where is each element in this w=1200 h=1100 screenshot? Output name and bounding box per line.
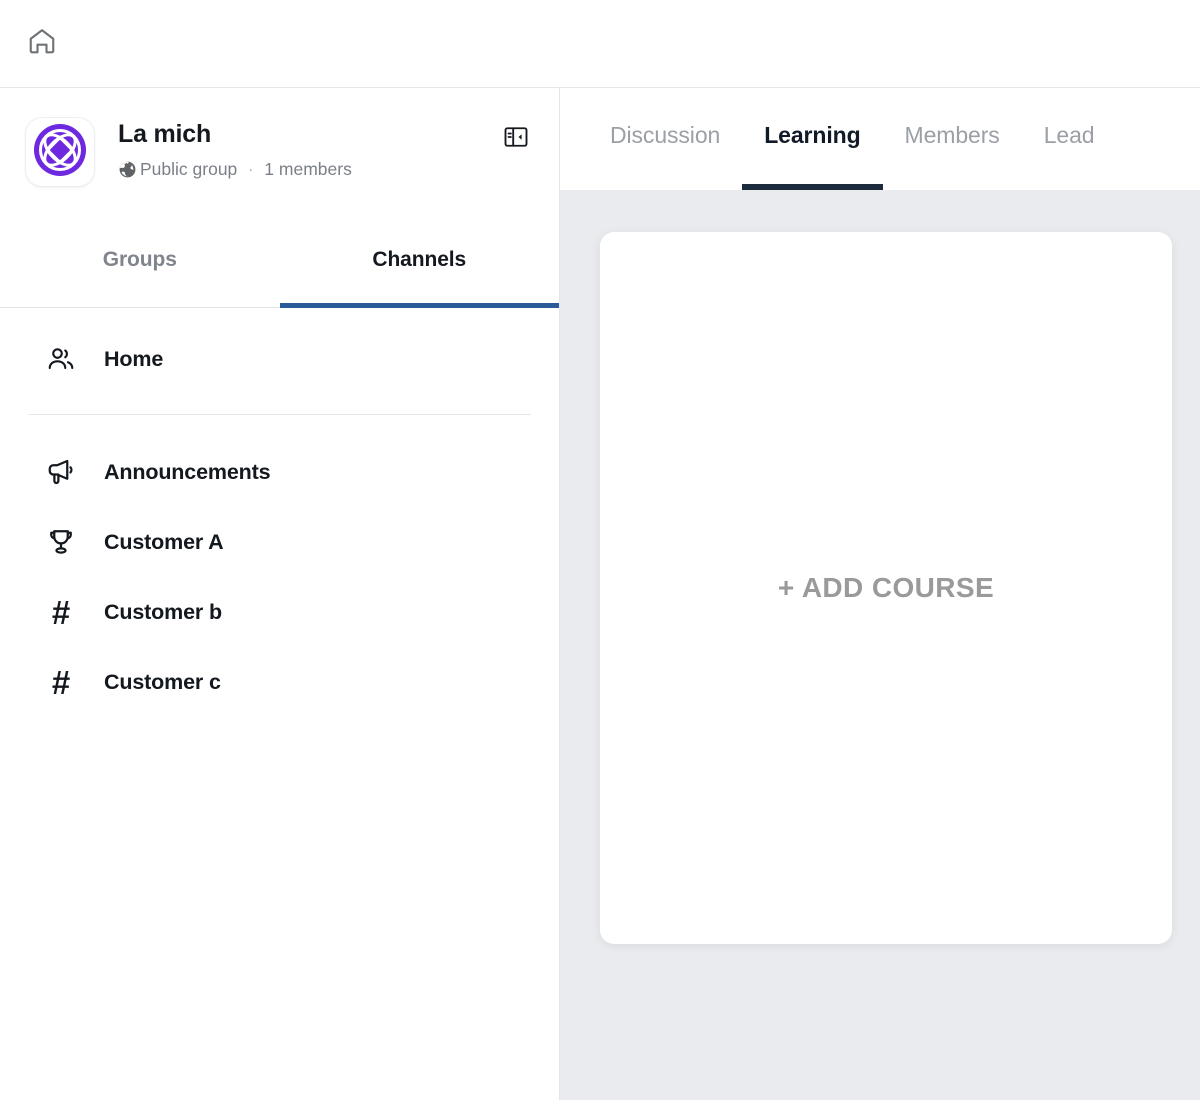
sidebar-item-customer-b[interactable]: # Customer b	[0, 577, 559, 647]
tab-learning-label: Learning	[764, 122, 861, 148]
sidebar: La mich Public group · 1 members Groups …	[0, 88, 560, 1100]
group-title: La mich	[118, 120, 212, 148]
main-tabs: Discussion Learning Members Lead	[560, 88, 1200, 190]
tab-discussion[interactable]: Discussion	[588, 116, 742, 190]
sidebar-item-customer-c-label: Customer c	[104, 669, 221, 694]
tab-members[interactable]: Members	[883, 116, 1022, 190]
sidebar-tabs: Groups Channels	[0, 242, 559, 308]
group-members-count: 1 members	[264, 158, 352, 179]
channel-list-divider	[28, 414, 531, 415]
trophy-icon	[44, 525, 78, 559]
sidebar-item-customer-c[interactable]: # Customer c	[0, 647, 559, 717]
tab-members-label: Members	[904, 122, 1000, 148]
tab-leaderboard-label: Lead	[1043, 122, 1095, 148]
megaphone-icon	[44, 455, 78, 489]
group-privacy-label: Public group	[140, 158, 238, 179]
add-course-card[interactable]: + ADD COURSE	[600, 232, 1172, 944]
group-header: La mich Public group · 1 members	[0, 88, 559, 208]
sidebar-tab-channels[interactable]: Channels	[279, 242, 560, 308]
collapse-panel-icon	[502, 123, 530, 156]
home-icon	[27, 26, 57, 61]
sidebar-item-home-label: Home	[104, 346, 164, 371]
group-avatar-logo-icon	[30, 120, 90, 185]
home-button[interactable]	[22, 24, 62, 64]
users-icon	[44, 342, 78, 376]
sidebar-tab-groups[interactable]: Groups	[0, 242, 280, 307]
top-bar	[0, 0, 1200, 88]
sidebar-item-home[interactable]: Home	[0, 324, 559, 394]
channel-list: Home Announcements Customer A # Customer…	[0, 308, 559, 717]
avatar	[26, 118, 94, 186]
hash-icon: #	[51, 593, 71, 631]
main-content: Discussion Learning Members Lead + ADD C…	[560, 88, 1200, 1100]
add-course-label: + ADD COURSE	[777, 572, 995, 603]
group-meta: La mich Public group · 1 members	[118, 118, 499, 180]
tab-learning[interactable]: Learning	[742, 116, 883, 190]
learning-panel: + ADD COURSE	[560, 190, 1200, 1100]
sidebar-item-announcements-label: Announcements	[104, 459, 271, 484]
app-shell: La mich Public group · 1 members Groups …	[0, 88, 1200, 1100]
group-subtitle: Public group · 1 members	[118, 159, 499, 180]
hash-icon: #	[51, 663, 71, 701]
tab-leaderboard[interactable]: Lead	[1022, 116, 1117, 190]
sidebar-item-announcements[interactable]: Announcements	[0, 437, 559, 507]
globe-icon	[118, 160, 137, 179]
sidebar-item-customer-a-label: Customer A	[104, 529, 224, 554]
subtitle-separator: ·	[248, 160, 254, 178]
sidebar-tab-groups-label: Groups	[102, 248, 177, 271]
sidebar-item-customer-a[interactable]: Customer A	[0, 507, 559, 577]
sidebar-item-customer-b-label: Customer b	[104, 599, 222, 624]
collapse-panel-button[interactable]	[499, 122, 533, 156]
tab-discussion-label: Discussion	[610, 122, 721, 148]
sidebar-tab-channels-label: Channels	[372, 248, 467, 271]
